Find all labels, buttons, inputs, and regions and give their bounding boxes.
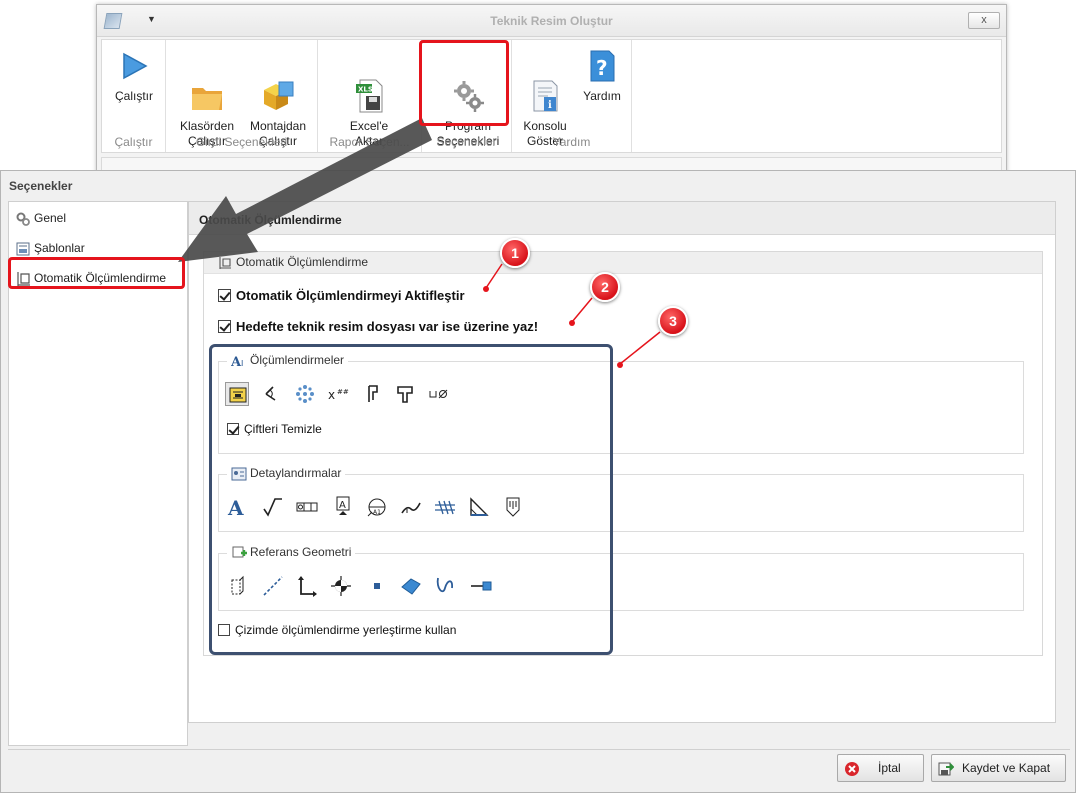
svg-text:i: i bbox=[548, 100, 552, 111]
window-title: Teknik Resim Oluştur bbox=[490, 14, 613, 28]
ribbon-group-report: XLS Excel'e Aktar Rapor Seçen... bbox=[318, 40, 422, 152]
folder-icon bbox=[190, 63, 224, 110]
nav-item-label: Şablonlar bbox=[34, 241, 85, 255]
enable-auto-dimension-checkbox[interactable]: Otomatik Ölçümlendirmeyi Aktifleştir bbox=[218, 288, 465, 303]
ribbon-group-run: Çalıştır Çalıştır bbox=[102, 40, 166, 152]
highlight-program-options bbox=[419, 40, 509, 126]
dialog-button-bar: İptal Kaydet ve Kapat bbox=[8, 749, 1070, 787]
ribbon-window: ▼ Teknik Resim Oluştur x Çalıştır Çalışt… bbox=[96, 4, 1007, 176]
cancel-button[interactable]: İptal bbox=[837, 754, 924, 782]
checkbox-box[interactable] bbox=[218, 289, 231, 302]
ribbon: Çalıştır Çalıştır Klasörden Çalıştır Mon… bbox=[101, 39, 1002, 153]
ribbon-group-caption: Yardım bbox=[552, 135, 591, 149]
run-button-label: Çalıştır bbox=[114, 89, 153, 103]
dimension-icon bbox=[218, 256, 232, 270]
svg-text:XLS: XLS bbox=[358, 86, 373, 94]
cancel-label: İptal bbox=[878, 761, 901, 775]
nav-item-general[interactable]: Genel bbox=[15, 206, 66, 230]
help-label: Yardım bbox=[583, 89, 621, 103]
svg-text:?: ? bbox=[596, 56, 608, 80]
annotation-badge-3: 3 bbox=[658, 306, 688, 336]
play-icon bbox=[117, 48, 151, 84]
panel-header: Otomatik Ölçümlendirme bbox=[204, 252, 1042, 274]
panel-title: Otomatik Ölçümlendirme bbox=[236, 255, 369, 269]
help-button[interactable]: ? Yardım bbox=[574, 44, 630, 104]
ribbon-group-caption: Seçenekler bbox=[436, 135, 497, 149]
overwrite-drawing-checkbox[interactable]: Hedefte teknik resim dosyası var ise üze… bbox=[218, 319, 538, 334]
nav-item-label: Genel bbox=[34, 211, 67, 225]
save-and-close-button[interactable]: Kaydet ve Kapat bbox=[931, 754, 1066, 782]
ribbon-group-caption: Rapor Seçen... bbox=[329, 135, 410, 149]
save-and-close-label: Kaydet ve Kapat bbox=[962, 761, 1051, 775]
highlight-dimension-groups bbox=[209, 344, 613, 655]
ribbon-group-help: i Konsolu Göster ? Yardım Yardım bbox=[512, 40, 632, 152]
checkbox-label: Hedefte teknik resim dosyası var ise üze… bbox=[236, 319, 539, 334]
gears-icon bbox=[15, 211, 31, 227]
help-question-icon: ? bbox=[585, 48, 619, 84]
save-close-icon bbox=[938, 760, 955, 776]
excel-export-icon: XLS bbox=[352, 63, 386, 113]
checkbox-box[interactable] bbox=[218, 320, 231, 333]
assembly-icon bbox=[261, 63, 295, 110]
annotation-badge-2: 2 bbox=[590, 272, 620, 302]
ribbon-group-caption: Girdi Seçenekleri bbox=[195, 135, 288, 149]
content-title: Otomatik Ölçümlendirme bbox=[189, 202, 1055, 235]
checkbox-label: Otomatik Ölçümlendirmeyi Aktifleştir bbox=[236, 288, 465, 303]
run-button[interactable]: Çalıştır bbox=[106, 44, 162, 104]
console-info-icon: i bbox=[528, 63, 562, 112]
close-button[interactable]: x bbox=[968, 12, 1000, 29]
template-icon bbox=[15, 241, 31, 257]
annotation-badge-1: 1 bbox=[500, 238, 530, 268]
ribbon-group-caption: Çalıştır bbox=[114, 135, 153, 149]
highlight-auto-dimension-nav bbox=[8, 257, 185, 289]
cancel-icon bbox=[844, 760, 860, 776]
title-bar: ▼ Teknik Resim Oluştur x bbox=[97, 5, 1006, 37]
dialog-title: Seçenekler bbox=[9, 179, 73, 193]
ribbon-group-input: Klasörden Çalıştır Montajdan Çalıştır Gi… bbox=[166, 40, 318, 152]
